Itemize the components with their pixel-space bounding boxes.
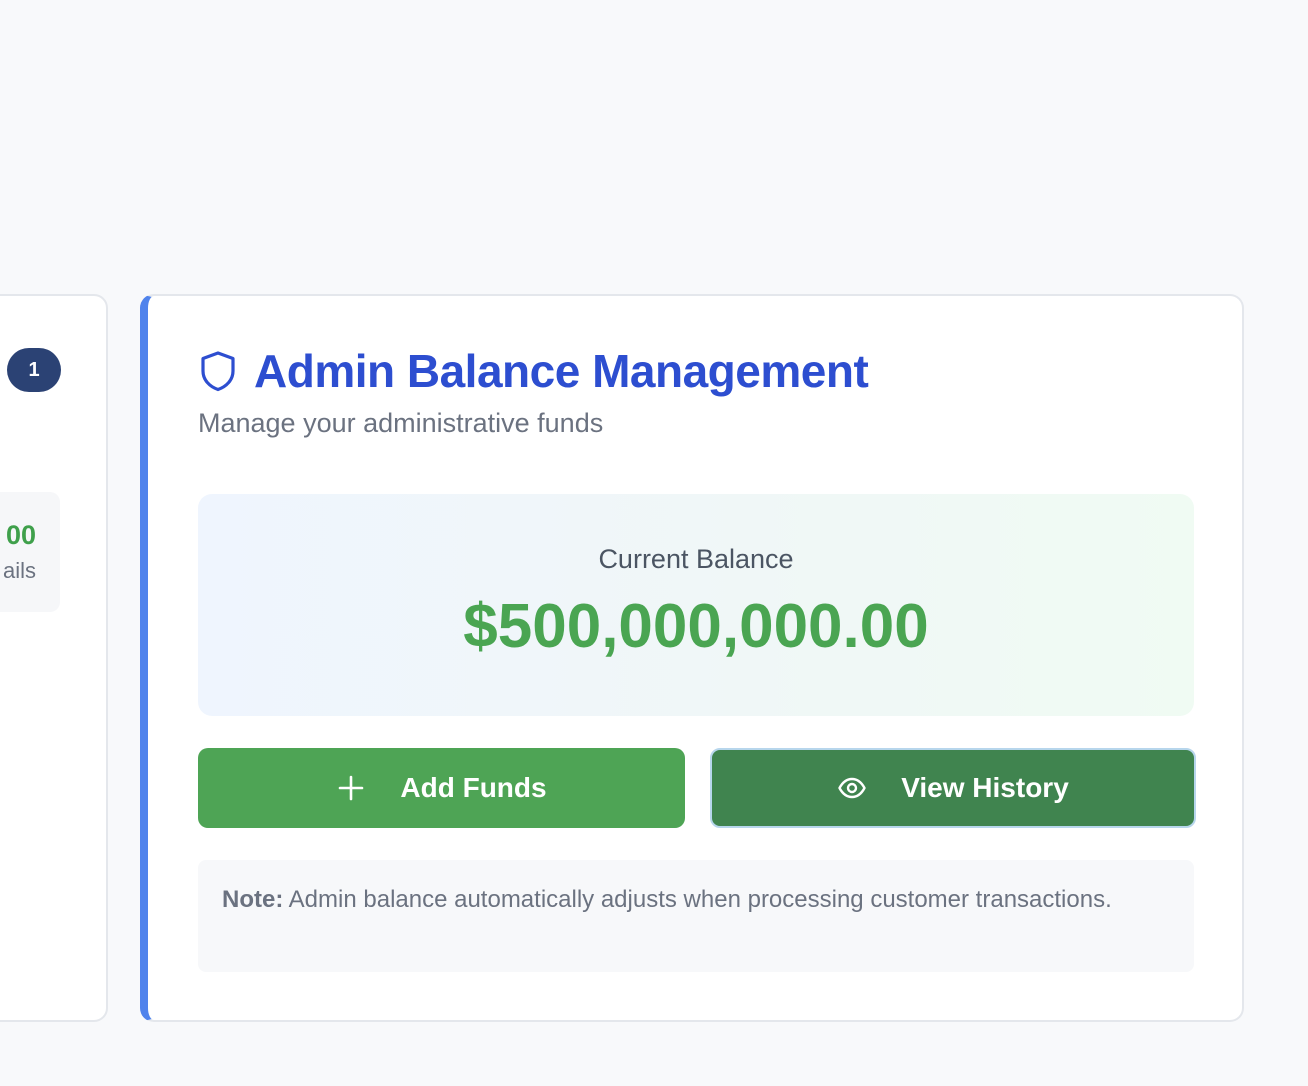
note-text: Admin balance automatically adjusts when… — [288, 886, 1112, 913]
count-badge: 1 — [7, 348, 61, 392]
note-label: Note: — [222, 886, 284, 913]
card-header: Admin Balance Management — [198, 344, 869, 398]
admin-balance-card: Admin Balance Management Manage your adm… — [140, 294, 1244, 1022]
customer-card-partial: 1 00 ails — [0, 294, 108, 1022]
add-funds-button[interactable]: Add Funds — [198, 748, 685, 828]
customer-balance-box: 00 ails — [0, 492, 60, 612]
balance-label: Current Balance — [598, 544, 794, 574]
view-details-link[interactable]: ails — [3, 558, 36, 584]
current-balance-panel: Current Balance $500,000,000.00 — [198, 494, 1194, 716]
shield-icon — [201, 351, 235, 392]
customer-balance-amount: 00 — [5, 520, 36, 550]
eye-icon — [838, 777, 866, 799]
card-title: Admin Balance Management — [254, 345, 869, 397]
card-subtitle: Manage your administrative funds — [198, 408, 604, 438]
balance-amount: $500,000,000.00 — [463, 592, 929, 661]
admin-note: Note: Admin balance automatically adjust… — [198, 860, 1194, 972]
view-history-label: View History — [901, 772, 1069, 803]
add-funds-label: Add Funds — [400, 772, 547, 803]
plus-icon — [339, 775, 364, 801]
view-history-button[interactable]: View History — [710, 748, 1196, 828]
